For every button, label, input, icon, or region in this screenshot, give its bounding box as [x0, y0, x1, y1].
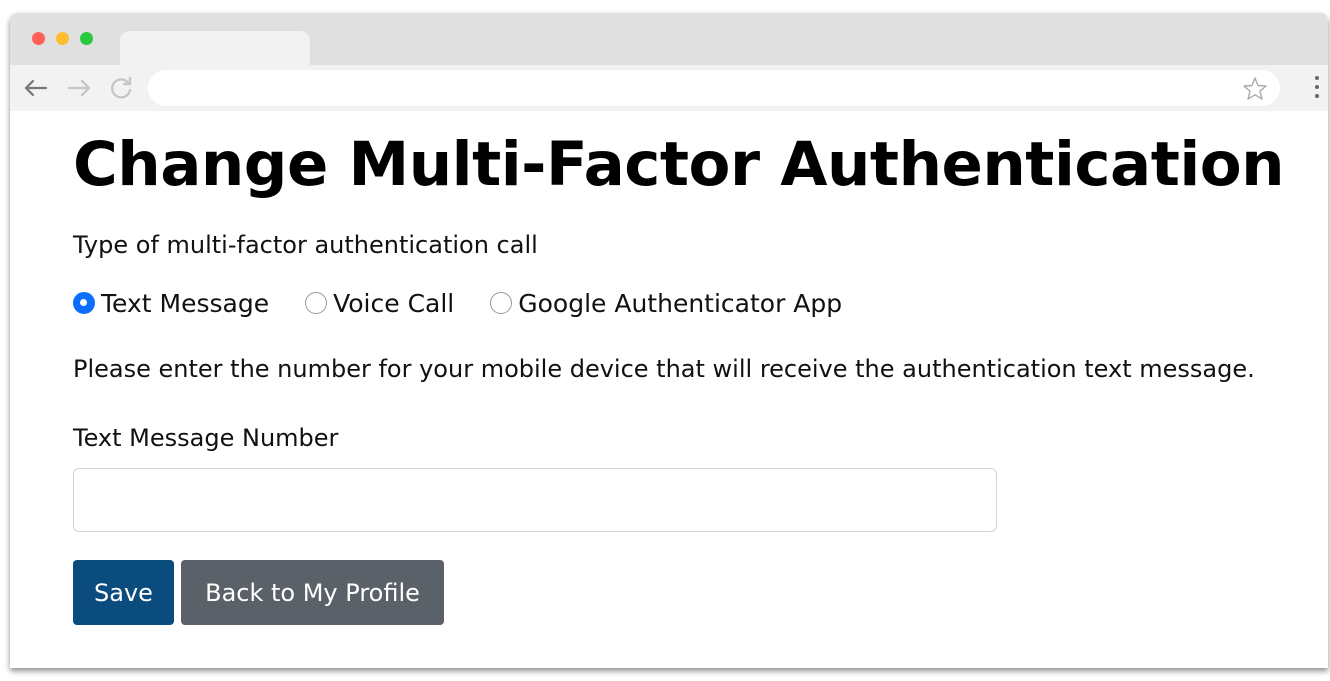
radio-label: Text Message: [101, 288, 270, 318]
radio-button-checked[interactable]: [73, 292, 95, 314]
radio-text-message[interactable]: Text Message: [73, 289, 269, 318]
radio-button[interactable]: [490, 292, 513, 314]
radio-label: Voice Call: [333, 288, 455, 318]
mfa-type-label: Type of multi-factor authentication call: [73, 231, 538, 259]
arrow-left-icon[interactable]: [20, 73, 50, 103]
browser-toolbar: [10, 65, 1328, 111]
browser-tab[interactable]: [120, 31, 310, 65]
kebab-menu-icon[interactable]: [1310, 73, 1324, 103]
save-button[interactable]: Save: [73, 560, 174, 625]
radio-label: Google Authenticator App: [518, 288, 843, 318]
back-to-profile-button[interactable]: Back to My Profile: [181, 560, 444, 625]
radio-voice-call[interactable]: Voice Call: [305, 289, 454, 318]
radio-google-authenticator[interactable]: Google Authenticator App: [490, 289, 842, 318]
close-window-dot[interactable]: [32, 32, 45, 45]
maximize-window-dot[interactable]: [80, 32, 93, 45]
address-bar[interactable]: [148, 70, 1280, 106]
text-message-number-label: Text Message Number: [73, 424, 339, 452]
star-icon[interactable]: [1242, 76, 1268, 102]
reload-icon[interactable]: [106, 73, 136, 103]
browser-window: Change Multi-Factor Authentication Type …: [10, 13, 1328, 668]
radio-button[interactable]: [305, 292, 328, 314]
page-content: Change Multi-Factor Authentication Type …: [16, 111, 1322, 668]
minimize-window-dot[interactable]: [56, 32, 69, 45]
page-title: Change Multi-Factor Authentication: [73, 129, 1285, 200]
instruction-text: Please enter the number for your mobile …: [73, 355, 1255, 383]
tab-bar: [10, 13, 1328, 65]
text-message-number-input[interactable]: [73, 468, 997, 532]
arrow-right-icon[interactable]: [65, 73, 95, 103]
mfa-type-radio-group: Text Message Voice Call Google Authentic…: [73, 287, 878, 319]
